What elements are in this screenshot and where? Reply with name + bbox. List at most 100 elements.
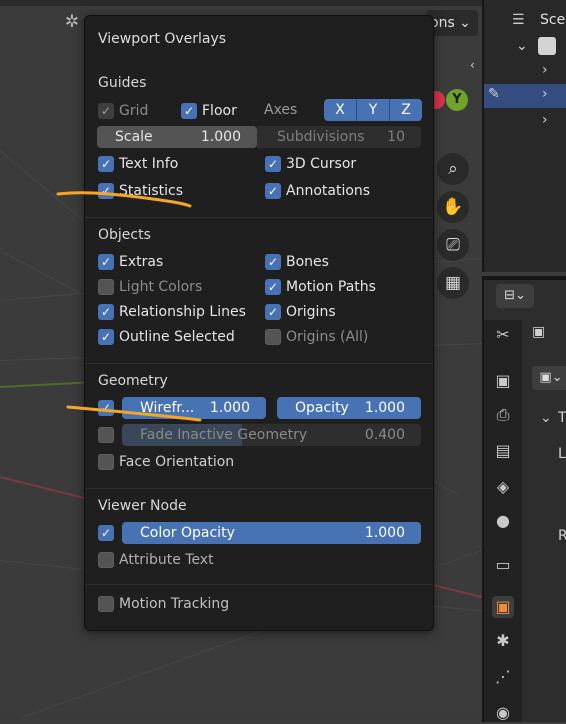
outliner-row-selected[interactable]: ✎ › bbox=[484, 84, 566, 108]
outline-selected-checkbox[interactable]: ✓ Outline Selected bbox=[98, 327, 235, 347]
divider bbox=[85, 363, 433, 364]
tool-icon[interactable]: ✂ bbox=[492, 324, 514, 346]
axes-label: Axes bbox=[264, 102, 298, 118]
popover-title: Viewport Overlays bbox=[98, 31, 227, 47]
collection-icon bbox=[538, 37, 556, 55]
checkmark-icon: ✓ bbox=[98, 183, 114, 199]
attribute-text-checkbox[interactable]: Attribute Text bbox=[98, 550, 214, 570]
physics-icon[interactable]: ◉ bbox=[492, 702, 514, 724]
origins-checkbox[interactable]: ✓ Origins bbox=[265, 302, 336, 322]
world-icon[interactable]: ● bbox=[492, 510, 514, 532]
axis-x-toggle[interactable]: X bbox=[324, 99, 357, 121]
chevron-down-icon[interactable]: ⌄ bbox=[516, 38, 528, 54]
empty-checkbox-icon bbox=[98, 454, 114, 470]
subdivisions-value: 10 bbox=[387, 129, 405, 145]
gizmo-y-axis[interactable]: Y bbox=[446, 89, 468, 111]
collection-icon[interactable]: ▭ bbox=[492, 554, 514, 576]
wireframe-field[interactable]: Wirefr... 1.000 bbox=[122, 397, 266, 419]
checkmark-icon: ✓ bbox=[98, 304, 114, 320]
origins-all-checkbox[interactable]: Origins (All) bbox=[265, 327, 368, 347]
object-dropdown[interactable]: ▣⌄ bbox=[532, 366, 566, 390]
ghost-icon[interactable]: ✲ bbox=[60, 10, 84, 34]
axis-z-toggle[interactable]: Z bbox=[390, 99, 422, 121]
object-icon[interactable]: ▣ bbox=[492, 596, 514, 618]
popover-notch bbox=[335, 21, 355, 41]
checkmark-icon: ✓ bbox=[98, 103, 114, 119]
fade-inactive-value: 0.400 bbox=[364, 427, 405, 443]
chevron-right-icon[interactable]: › bbox=[542, 112, 548, 128]
motion-tracking-label: Motion Tracking bbox=[119, 596, 230, 612]
text-info-label: Text Info bbox=[119, 156, 179, 172]
fade-inactive-checkbox[interactable] bbox=[98, 425, 114, 445]
color-opacity-label: Color Opacity bbox=[140, 525, 235, 541]
object-data-icon: ▣ bbox=[532, 324, 546, 340]
zoom-icon[interactable]: ⌕ bbox=[437, 153, 469, 185]
modifier-wrench-icon[interactable]: ✱ bbox=[492, 630, 514, 652]
relationship-lines-checkbox[interactable]: ✓ Relationship Lines bbox=[98, 302, 246, 322]
axis-y-toggle[interactable]: Y bbox=[357, 99, 390, 121]
chevron-left-icon[interactable]: ‹ bbox=[470, 58, 482, 74]
render-icon[interactable]: ▣ bbox=[492, 370, 514, 392]
attribute-text-label: Attribute Text bbox=[119, 552, 214, 568]
axes-toggle-group: X Y Z bbox=[324, 99, 422, 121]
chevron-right-icon[interactable]: › bbox=[542, 62, 548, 78]
scene-icon[interactable]: ◈ bbox=[492, 476, 514, 498]
divider bbox=[85, 488, 433, 489]
opacity-field[interactable]: Opacity 1.000 bbox=[277, 397, 421, 419]
chevron-down-icon[interactable]: ⌄ bbox=[540, 410, 552, 426]
viewport-overlays-popover: Viewport Overlays Guides ✓ Grid ✓ Floor … bbox=[84, 15, 434, 631]
grid-label: Grid bbox=[119, 103, 149, 119]
camera-icon[interactable]: ⎚ bbox=[437, 229, 469, 261]
viewer-node-heading: Viewer Node bbox=[98, 498, 187, 514]
extras-checkbox[interactable]: ✓ Extras bbox=[98, 252, 163, 272]
color-opacity-field[interactable]: Color Opacity 1.000 bbox=[122, 522, 421, 544]
objects-heading: Objects bbox=[98, 227, 151, 243]
annotations-checkbox[interactable]: ✓ Annotations bbox=[265, 181, 370, 201]
bones-checkbox[interactable]: ✓ Bones bbox=[265, 252, 329, 272]
checkmark-icon: ✓ bbox=[265, 183, 281, 199]
light-colors-label: Light Colors bbox=[119, 279, 203, 295]
checkmark-icon: ✓ bbox=[265, 254, 281, 270]
field-label: R bbox=[558, 528, 566, 544]
particles-icon[interactable]: ⋰ bbox=[492, 666, 514, 688]
geometry-heading: Geometry bbox=[98, 373, 168, 389]
scale-value: 1.000 bbox=[200, 129, 241, 145]
fade-inactive-field[interactable]: Fade Inactive Geometry 0.400 bbox=[122, 424, 421, 446]
checkmark-icon: ✓ bbox=[265, 279, 281, 295]
wireframe-label: Wirefr... bbox=[140, 400, 195, 416]
empty-checkbox-icon bbox=[98, 427, 114, 443]
view-layer-icon[interactable]: ▤ bbox=[492, 440, 514, 462]
divider bbox=[85, 217, 433, 218]
subdivisions-field[interactable]: Subdivisions 10 bbox=[257, 126, 421, 148]
scene-label: Scen bbox=[540, 12, 566, 28]
output-icon[interactable]: ⎙ bbox=[492, 404, 514, 426]
scene-icon: ☰ bbox=[512, 12, 525, 28]
hand-pan-icon[interactable]: ✋ bbox=[437, 191, 469, 223]
eyedropper-icon[interactable]: ✎ bbox=[488, 86, 500, 102]
editor-type-dropdown[interactable]: ⊟⌄ bbox=[496, 284, 534, 308]
floor-checkbox[interactable]: ✓ Floor bbox=[181, 101, 237, 121]
statistics-checkbox[interactable]: ✓ Statistics bbox=[98, 181, 183, 201]
wireframe-checkbox[interactable]: ✓ bbox=[98, 398, 114, 418]
scale-field[interactable]: Scale 1.000 bbox=[97, 126, 257, 148]
checkmark-icon: ✓ bbox=[98, 254, 114, 270]
checkmark-icon: ✓ bbox=[98, 400, 114, 416]
motion-paths-checkbox[interactable]: ✓ Motion Paths bbox=[265, 277, 376, 297]
wireframe-value: 1.000 bbox=[209, 400, 250, 416]
chevron-right-icon[interactable]: › bbox=[542, 86, 548, 102]
checkmark-icon: ✓ bbox=[98, 525, 114, 541]
color-opacity-checkbox[interactable]: ✓ bbox=[98, 523, 114, 543]
origins-label: Origins bbox=[286, 304, 336, 320]
opacity-value: 1.000 bbox=[364, 400, 405, 416]
y-axis-line bbox=[0, 381, 90, 388]
fade-inactive-label: Fade Inactive Geometry bbox=[140, 427, 308, 443]
text-info-checkbox[interactable]: ✓ Text Info bbox=[98, 154, 178, 174]
face-orientation-checkbox[interactable]: Face Orientation bbox=[98, 452, 234, 472]
3d-cursor-checkbox[interactable]: ✓ 3D Cursor bbox=[265, 154, 356, 174]
outline-selected-label: Outline Selected bbox=[119, 329, 235, 345]
empty-checkbox-icon bbox=[98, 279, 114, 295]
light-colors-checkbox[interactable]: Light Colors bbox=[98, 277, 202, 297]
grid-checkbox[interactable]: ✓ Grid bbox=[98, 101, 148, 121]
grid-perspective-icon[interactable]: ▦ bbox=[437, 267, 469, 299]
motion-tracking-checkbox[interactable]: Motion Tracking bbox=[98, 594, 229, 614]
